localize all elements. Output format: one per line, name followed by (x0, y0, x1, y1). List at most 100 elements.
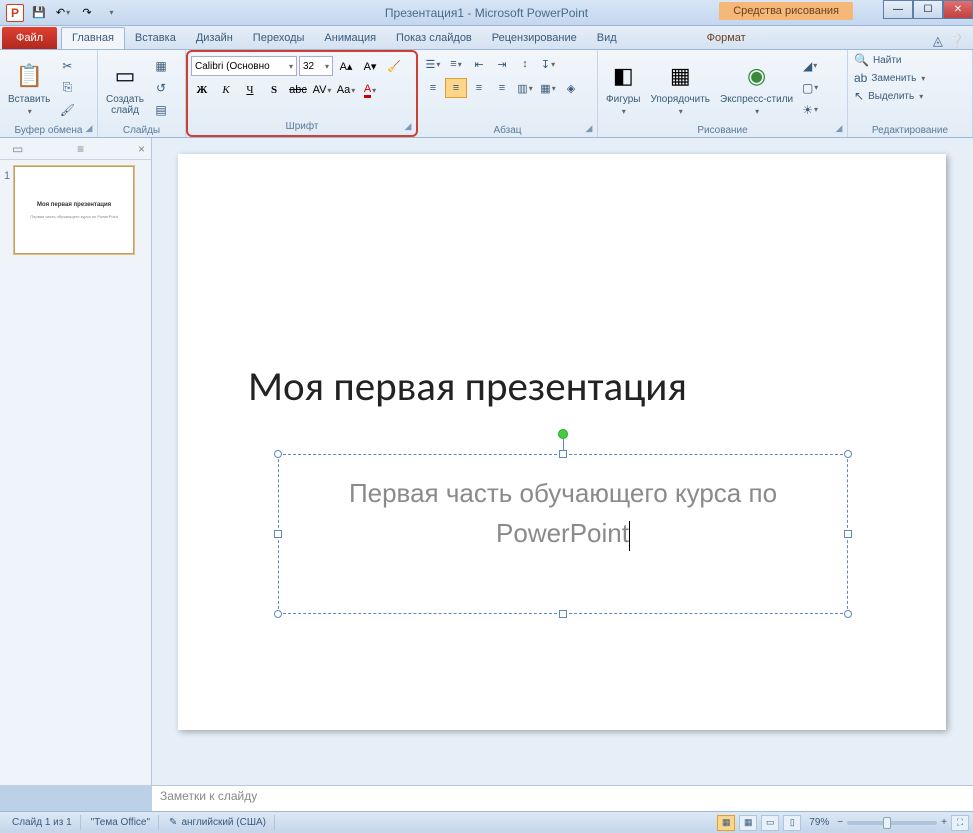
minimize-button[interactable]: — (883, 0, 913, 19)
underline-button[interactable]: Ч (239, 80, 261, 100)
find-button[interactable]: 🔍Найти (852, 52, 904, 68)
section-icon[interactable]: ▤ (150, 100, 172, 120)
char-spacing-button[interactable]: AV▾ (311, 80, 333, 100)
align-text-icon[interactable]: ▦▾ (537, 78, 559, 98)
save-icon[interactable]: 💾 (28, 2, 50, 24)
align-right-icon[interactable]: ≡ (468, 78, 490, 98)
zoom-value[interactable]: 79% (809, 817, 829, 828)
resize-handle-nw[interactable] (274, 450, 282, 458)
subtitle-text[interactable]: Первая часть обучающего курса по PowerPo… (279, 455, 847, 553)
subtitle-textbox[interactable]: Первая часть обучающего курса по PowerPo… (278, 454, 848, 614)
tab-insert[interactable]: Вставка (125, 28, 186, 49)
status-slide-number[interactable]: Слайд 1 из 1 (4, 815, 81, 830)
tab-view[interactable]: Вид (587, 28, 627, 49)
new-slide-button[interactable]: ▭ Создать слайд (102, 58, 148, 118)
text-direction-icon[interactable]: ↧▾ (537, 54, 559, 74)
copy-icon[interactable]: ⎘ (56, 78, 78, 98)
tab-home[interactable]: Главная (61, 27, 125, 49)
view-reading-icon[interactable]: ▭ (761, 815, 779, 831)
italic-button[interactable]: К (215, 80, 237, 100)
format-painter-icon[interactable]: 🖌 (56, 100, 78, 120)
resize-handle-e[interactable] (844, 530, 852, 538)
resize-handle-sw[interactable] (274, 610, 282, 618)
indent-dec-icon[interactable]: ⇤ (468, 54, 490, 74)
replace-button[interactable]: abЗаменить▾ (852, 70, 927, 86)
app-icon[interactable]: P (4, 2, 26, 24)
shadow-button[interactable]: S (263, 80, 285, 100)
font-color-button[interactable]: A▾ (359, 80, 381, 100)
resize-handle-s[interactable] (559, 610, 567, 618)
tab-design[interactable]: Дизайн (186, 28, 243, 49)
shape-effects-icon[interactable]: ☀▾ (799, 100, 821, 120)
grow-font-icon[interactable]: A▴ (335, 56, 357, 76)
font-name-combo[interactable]: Calibri (Основно▾ (191, 56, 297, 76)
change-case-button[interactable]: Aa▾ (335, 80, 357, 100)
align-left-icon[interactable]: ≡ (422, 78, 444, 98)
status-theme[interactable]: "Тема Office" (83, 815, 159, 830)
quick-styles-button[interactable]: ◉ Экспресс-стили▾ (716, 58, 797, 118)
indent-inc-icon[interactable]: ⇥ (491, 54, 513, 74)
font-launcher[interactable]: ◢ (402, 121, 414, 133)
strike-button[interactable]: abc (287, 80, 309, 100)
thumbnails-tab-outline-icon[interactable]: ≡ (77, 142, 84, 156)
resize-handle-n[interactable] (559, 450, 567, 458)
paragraph-launcher[interactable]: ◢ (583, 123, 595, 135)
zoom-in-icon[interactable]: + (941, 817, 947, 828)
slide-canvas-area[interactable]: Моя первая презентация Первая часть обуч… (152, 138, 973, 785)
font-size-combo[interactable]: 32▾ (299, 56, 333, 76)
view-normal-icon[interactable]: ▦ (717, 815, 735, 831)
zoom-out-icon[interactable]: − (837, 817, 843, 828)
reset-icon[interactable]: ↺ (150, 78, 172, 98)
justify-icon[interactable]: ≡ (491, 78, 513, 98)
resize-handle-w[interactable] (274, 530, 282, 538)
fit-to-window-icon[interactable]: ⛶ (951, 815, 969, 831)
shapes-button[interactable]: ◧ Фигуры▾ (602, 58, 644, 118)
line-spacing-icon[interactable]: ↕ (514, 54, 536, 74)
group-drawing: ◧ Фигуры▾ ▦ Упорядочить▾ ◉ Экспресс-стил… (598, 50, 848, 137)
tab-transitions[interactable]: Переходы (243, 28, 315, 49)
paste-button[interactable]: 📋 Вставить ▾ (4, 58, 54, 118)
drawing-launcher[interactable]: ◢ (833, 123, 845, 135)
thumbnail-slide-1[interactable]: 1 Моя первая презентация Первая часть об… (0, 160, 151, 260)
close-button[interactable]: ✕ (943, 0, 973, 19)
clipboard-launcher[interactable]: ◢ (83, 123, 95, 135)
notes-pane[interactable]: Заметки к слайду (152, 785, 973, 811)
undo-icon[interactable]: ↶▾ (52, 2, 74, 24)
slide-title-text[interactable]: Моя первая презентация (248, 362, 687, 412)
cut-icon[interactable]: ✂ (56, 56, 78, 76)
tab-file[interactable]: Файл (2, 27, 57, 49)
columns-icon[interactable]: ▥▾ (514, 78, 536, 98)
qat-customize-icon[interactable]: ▾ (100, 2, 122, 24)
tab-review[interactable]: Рецензирование (482, 28, 587, 49)
zoom-slider[interactable] (847, 821, 937, 825)
smartart-icon[interactable]: ◈ (560, 78, 582, 98)
tab-slideshow[interactable]: Показ слайдов (386, 28, 482, 49)
slide[interactable]: Моя первая презентация Первая часть обуч… (178, 154, 946, 730)
select-button[interactable]: ↖Выделить▾ (852, 88, 925, 104)
zoom-thumb[interactable] (883, 817, 891, 829)
maximize-button[interactable]: ☐ (913, 0, 943, 19)
resize-handle-se[interactable] (844, 610, 852, 618)
thumbnails-tab-slides-icon[interactable]: ▭ (12, 142, 23, 156)
view-sorter-icon[interactable]: ▦ (739, 815, 757, 831)
numbering-icon[interactable]: ≡▾ (445, 54, 467, 74)
bold-button[interactable]: Ж (191, 80, 213, 100)
bullets-icon[interactable]: ☰▾ (422, 54, 444, 74)
status-language[interactable]: ✎английский (США) (161, 815, 275, 830)
rotation-handle[interactable] (558, 429, 568, 439)
tab-format[interactable]: Формат (697, 28, 756, 49)
shape-fill-icon[interactable]: ◢▾ (799, 56, 821, 76)
help-icon[interactable]: ❔ (949, 33, 965, 49)
ribbon-minimize-icon[interactable]: ◬ (933, 33, 943, 49)
thumbnails-close-icon[interactable]: × (138, 142, 145, 156)
align-center-icon[interactable]: ≡ (445, 78, 467, 98)
tab-animation[interactable]: Анимация (314, 28, 386, 49)
layout-icon[interactable]: ▦ (150, 56, 172, 76)
view-slideshow-icon[interactable]: ▯ (783, 815, 801, 831)
clear-format-icon[interactable]: 🧹 (383, 56, 405, 76)
shape-outline-icon[interactable]: ▢▾ (799, 78, 821, 98)
arrange-button[interactable]: ▦ Упорядочить▾ (646, 58, 714, 118)
resize-handle-ne[interactable] (844, 450, 852, 458)
redo-icon[interactable]: ↷ (76, 2, 98, 24)
shrink-font-icon[interactable]: A▾ (359, 56, 381, 76)
